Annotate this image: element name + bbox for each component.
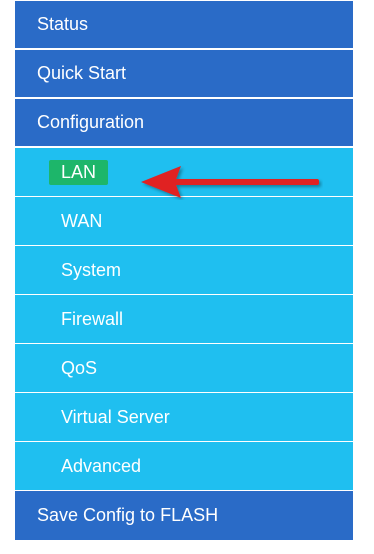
menu-item-save-config[interactable]: Save Config to FLASH [14,490,354,541]
submenu-item-advanced[interactable]: Advanced [14,441,354,490]
menu-item-label: Status [37,14,89,34]
menu-item-label: Save Config to FLASH [37,505,219,525]
menu-item-label: Quick Start [37,63,127,83]
submenu-item-label: WAN [61,210,103,231]
submenu-item-label: Firewall [61,308,124,329]
submenu-item-wan[interactable]: WAN [14,196,354,245]
menu-item-status[interactable]: Status [14,0,354,49]
submenu-item-label-selected: LAN [49,159,109,185]
menu-item-label: Configuration [37,112,145,132]
submenu-item-virtual-server[interactable]: Virtual Server [14,392,354,441]
navigation-menu: Status Quick Start Configuration LAN WAN… [0,0,354,554]
submenu-item-label: System [61,259,122,280]
submenu-item-qos[interactable]: QoS [14,343,354,392]
submenu-item-system[interactable]: System [14,245,354,294]
menu-item-configuration[interactable]: Configuration [14,98,354,147]
submenu-item-label: Virtual Server [61,406,170,427]
submenu-item-label: Advanced [61,455,142,476]
submenu-item-firewall[interactable]: Firewall [14,294,354,343]
submenu-item-lan[interactable]: LAN [14,147,354,196]
menu-item-quick-start[interactable]: Quick Start [14,49,354,98]
submenu-item-label: QoS [61,357,98,378]
